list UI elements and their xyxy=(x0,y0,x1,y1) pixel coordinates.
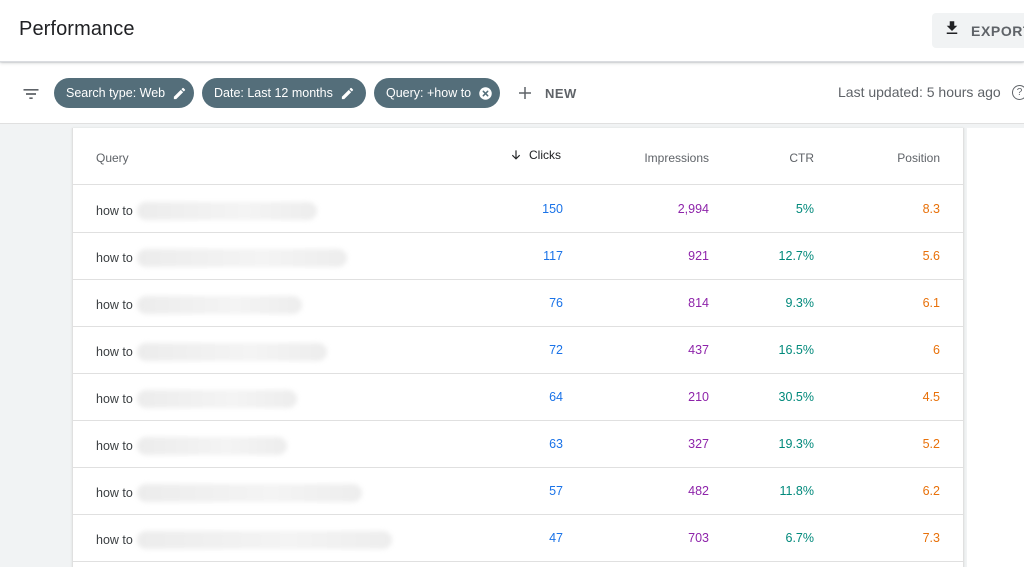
query-text: how to xyxy=(96,251,133,265)
ctr-cell: 5% xyxy=(795,202,814,216)
redacted-text xyxy=(136,202,317,220)
query-cell: how to xyxy=(96,390,297,408)
table-row[interactable]: how to 150 2,994 5% 8.3 xyxy=(73,186,963,233)
ctr-cell: 11.8% xyxy=(779,484,814,498)
clicks-cell: 76 xyxy=(549,296,563,310)
table-row[interactable]: how to 76 814 9.3% 6.1 xyxy=(73,280,963,327)
query-cell: how to xyxy=(96,249,347,267)
last-updated-text: Last updated: 5 hours ago xyxy=(838,84,1001,100)
chip-label: Search type: Web xyxy=(66,86,166,100)
pencil-icon[interactable] xyxy=(172,86,187,101)
impressions-cell: 327 xyxy=(688,437,709,451)
position-cell: 4.5 xyxy=(922,390,940,404)
impressions-cell: 482 xyxy=(688,484,709,498)
column-header-clicks[interactable]: Clicks xyxy=(509,148,561,162)
query-text: how to xyxy=(96,486,133,500)
page-title: Performance xyxy=(19,18,135,40)
clicks-cell: 63 xyxy=(549,437,563,451)
position-cell: 6.1 xyxy=(922,296,940,310)
column-header-ctr[interactable]: CTR xyxy=(789,151,814,165)
redacted-text xyxy=(136,531,392,549)
query-text: how to xyxy=(96,345,133,359)
table-row[interactable]: how to 64 210 30.5% 4.5 xyxy=(73,374,963,421)
ctr-cell: 12.7% xyxy=(778,249,814,263)
table-row[interactable]: how to 63 327 19.3% 5.2 xyxy=(73,421,963,468)
position-cell: 7.3 xyxy=(922,531,940,545)
sort-descending-icon xyxy=(511,150,521,160)
download-icon xyxy=(943,19,961,42)
clicks-cell: 72 xyxy=(549,343,563,357)
ctr-cell: 9.3% xyxy=(785,296,815,310)
filter-chip-query[interactable]: Query: +how to xyxy=(374,78,500,108)
query-cell: how to xyxy=(96,484,362,502)
filter-chip-date[interactable]: Date: Last 12 months xyxy=(202,78,366,108)
table-header: Query Clicks Impressions CTR Position xyxy=(73,128,963,185)
query-cell: how to xyxy=(96,296,302,314)
table-row[interactable]: how to 47 703 6.7% 7.3 xyxy=(73,515,963,562)
ctr-cell: 19.3% xyxy=(778,437,814,451)
new-filter-label: NEW xyxy=(545,85,577,101)
position-cell: 5.2 xyxy=(922,437,940,451)
query-text: how to xyxy=(96,298,133,312)
clicks-cell: 47 xyxy=(549,531,563,545)
new-filter-button[interactable]: NEW xyxy=(516,82,577,104)
impressions-cell: 2,994 xyxy=(677,202,709,216)
position-cell: 5.6 xyxy=(922,249,940,263)
table-row[interactable]: how to 57 482 11.8% 6.2 xyxy=(73,468,963,515)
redacted-text xyxy=(136,437,287,455)
impressions-cell: 437 xyxy=(688,343,709,357)
clicks-cell: 57 xyxy=(549,484,563,498)
filter-chip-search-type[interactable]: Search type: Web xyxy=(54,78,194,108)
redacted-text xyxy=(136,343,327,361)
app-header: Performance EXPORT xyxy=(0,0,1024,62)
clicks-cell: 64 xyxy=(549,390,563,404)
filter-bar: Search type: Web Date: Last 12 months Qu… xyxy=(0,63,1024,124)
clicks-cell: 150 xyxy=(542,202,563,216)
chip-label: Date: Last 12 months xyxy=(214,86,333,100)
table-row[interactable]: how to 72 437 16.5% 6 xyxy=(73,327,963,374)
impressions-cell: 210 xyxy=(688,390,709,404)
column-header-position[interactable]: Position xyxy=(897,151,940,165)
position-cell: 6 xyxy=(933,343,940,357)
export-button[interactable]: EXPORT xyxy=(932,13,1024,48)
impressions-cell: 814 xyxy=(688,296,709,310)
query-text: how to xyxy=(96,204,133,218)
impressions-cell: 703 xyxy=(688,531,709,545)
query-text: how to xyxy=(96,439,133,453)
redacted-text xyxy=(136,390,297,408)
impressions-cell: 921 xyxy=(688,249,709,263)
query-cell: how to xyxy=(96,202,317,220)
ctr-cell: 30.5% xyxy=(778,390,814,404)
query-cell: how to xyxy=(96,531,392,549)
query-text: how to xyxy=(96,392,133,406)
chip-label: Query: +how to xyxy=(386,86,472,100)
column-header-query[interactable]: Query xyxy=(96,151,129,165)
redacted-text xyxy=(136,296,302,314)
help-icon[interactable]: ? xyxy=(1012,85,1024,100)
close-circle-icon[interactable] xyxy=(478,86,493,101)
redacted-text xyxy=(136,249,347,267)
queries-table: Query Clicks Impressions CTR Position ho… xyxy=(72,128,964,567)
ctr-cell: 6.7% xyxy=(785,531,815,545)
pencil-icon[interactable] xyxy=(340,86,355,101)
query-cell: how to xyxy=(96,343,327,361)
position-cell: 8.3 xyxy=(922,202,940,216)
ctr-cell: 16.5% xyxy=(778,343,814,357)
right-panel xyxy=(967,128,1024,567)
table-row[interactable]: how to 117 921 12.7% 5.6 xyxy=(73,233,963,280)
column-header-clicks-label: Clicks xyxy=(529,148,561,162)
content-area: Query Clicks Impressions CTR Position ho… xyxy=(0,125,1024,567)
position-cell: 6.2 xyxy=(922,484,940,498)
clicks-cell: 117 xyxy=(543,249,563,263)
query-cell: how to xyxy=(96,437,287,455)
column-header-impressions[interactable]: Impressions xyxy=(644,151,709,165)
filter-icon[interactable] xyxy=(21,84,41,104)
plus-icon xyxy=(519,87,531,99)
query-text: how to xyxy=(96,533,133,547)
export-label: EXPORT xyxy=(971,22,1024,39)
redacted-text xyxy=(136,484,362,502)
